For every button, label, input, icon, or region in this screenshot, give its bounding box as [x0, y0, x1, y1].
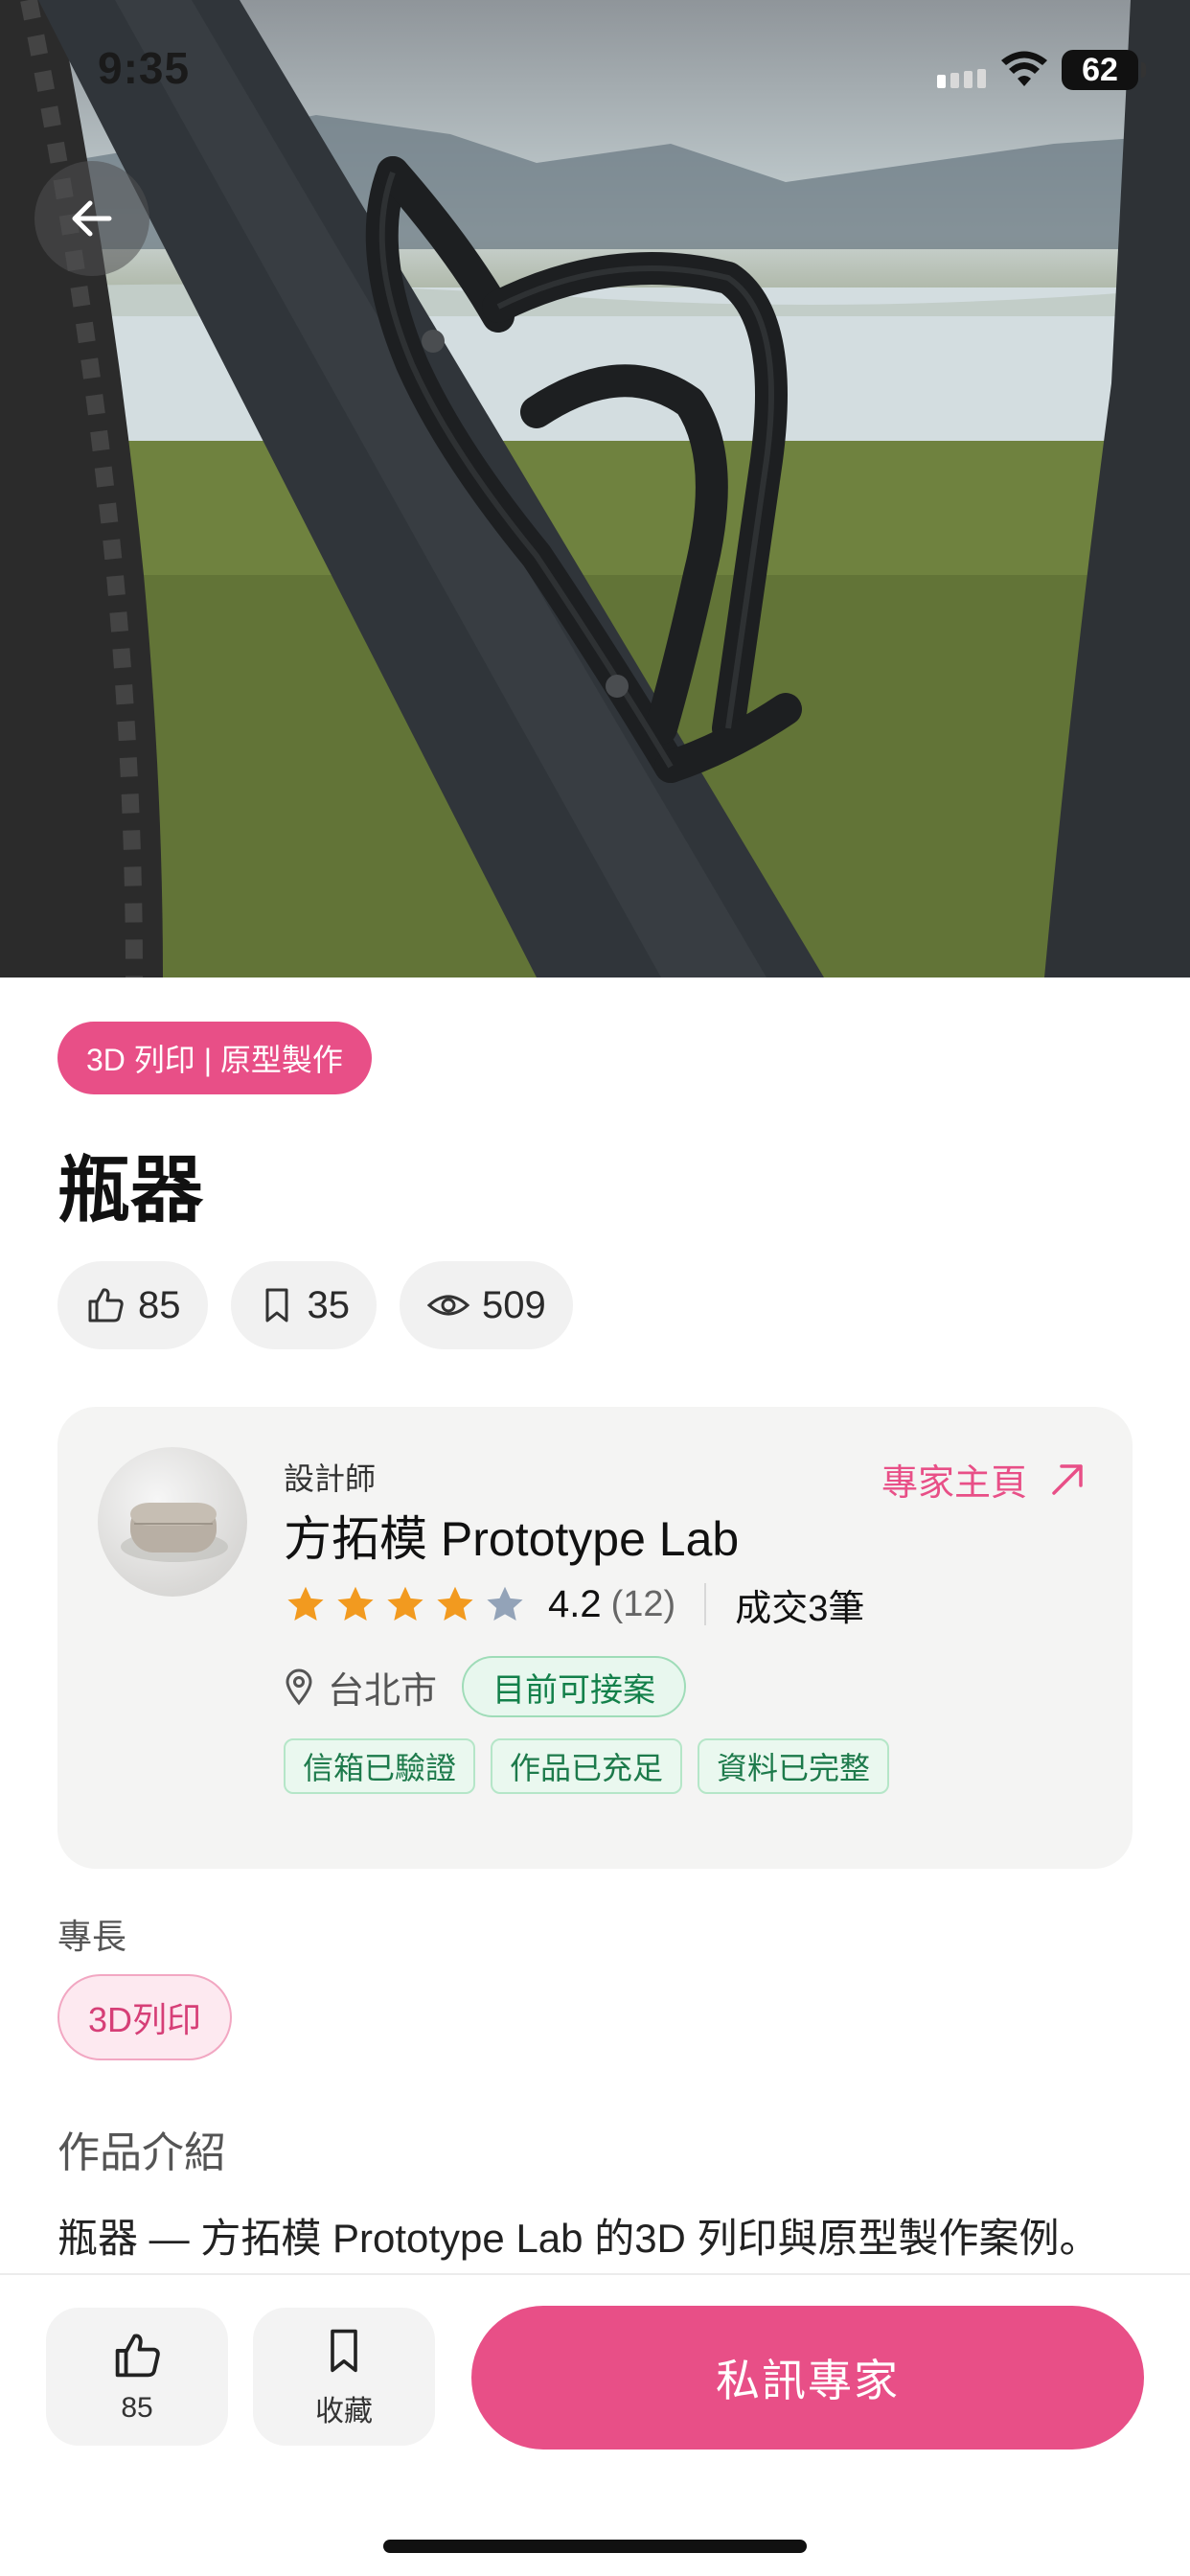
star-filled-icon: [287, 1586, 324, 1622]
bookmark-icon: [265, 1288, 287, 1322]
divider: [704, 1583, 707, 1625]
eye-icon: [426, 1295, 470, 1316]
skill-chip[interactable]: 3D列印: [57, 1974, 233, 2060]
like-button[interactable]: 85: [46, 2308, 228, 2446]
bottom-action-bar: 85 收藏 私訊專家: [0, 2273, 1190, 2576]
designer-avatar: [98, 1447, 247, 1597]
deals-count: 成交3筆: [735, 1588, 865, 1629]
rating-row: 4.2 (12) 成交3筆: [284, 1577, 864, 1631]
status-bar: 9:35 62: [0, 0, 1190, 134]
thumbs-up-icon: [88, 1288, 124, 1322]
intro-title: 作品介紹: [57, 2129, 226, 2176]
star-empty-icon: [487, 1586, 523, 1622]
likes-stat: 85: [57, 1261, 208, 1349]
star-filled-icon: [387, 1586, 423, 1622]
verification-badges: 信箱已驗證 作品已充足 資料已完整: [284, 1738, 890, 1794]
star-rating: [284, 1582, 527, 1626]
hero-photo: [0, 0, 1190, 978]
rating-value: 4.2: [548, 1582, 602, 1625]
badge-profile-complete: 資料已完整: [698, 1738, 890, 1794]
badge-portfolio-sufficient: 作品已充足: [491, 1738, 683, 1794]
battery-level: 62: [1082, 51, 1118, 88]
save-button[interactable]: 收藏: [253, 2308, 435, 2446]
like-button-count: 85: [121, 2392, 153, 2424]
work-title: 瓶器: [57, 1150, 203, 1231]
earbuds-case-image: [121, 1503, 228, 1562]
star-filled-icon: [437, 1586, 473, 1622]
designer-card[interactable]: 設計師 方拓模 Prototype Lab 專家主頁 4.2 (12) 成交3筆: [57, 1407, 1133, 1869]
designer-name: 方拓模 Prototype Lab: [284, 1512, 740, 1566]
thumbs-up-icon: [115, 2334, 160, 2378]
battery-indicator: 62: [1062, 50, 1146, 90]
home-indicator: [383, 2540, 807, 2553]
category-tag: 3D 列印 | 原型製作: [57, 1022, 372, 1094]
hero-image: 9:35 62: [0, 0, 1190, 978]
location-row: 台北市 目前可接案: [284, 1656, 687, 1717]
wifi-icon: [1001, 51, 1047, 86]
intro-text: 瓶器 — 方拓模 Prototype Lab 的3D 列印與原型製作案例。: [57, 2216, 1100, 2261]
message-expert-button[interactable]: 私訊專家: [471, 2306, 1144, 2450]
star-filled-icon: [337, 1586, 374, 1622]
stats-row: 85 35 509: [57, 1261, 573, 1349]
designer-role: 設計師: [284, 1461, 377, 1496]
status-time: 9:35: [98, 43, 191, 93]
availability-badge: 目前可接案: [462, 1656, 687, 1717]
location-pin-icon: [286, 1668, 312, 1706]
arrow-left-icon: [72, 200, 112, 237]
views-count: 509: [482, 1283, 546, 1326]
views-stat: 509: [400, 1261, 573, 1349]
badge-email-verified: 信箱已驗證: [284, 1738, 476, 1794]
cellular-signal-icon: [937, 69, 986, 88]
saves-stat: 35: [230, 1261, 377, 1349]
save-button-label: 收藏: [315, 2396, 373, 2427]
arrow-up-right-icon: [1052, 1463, 1083, 1495]
back-button[interactable]: [34, 161, 149, 276]
saves-count: 35: [307, 1283, 351, 1326]
profile-link-label: 專家主頁: [881, 1463, 1027, 1504]
location-text: 台北市: [328, 1670, 438, 1712]
expert-profile-link[interactable]: 專家主頁: [881, 1453, 1087, 1506]
likes-count: 85: [138, 1283, 181, 1326]
bookmark-icon: [331, 2329, 357, 2373]
skills-label: 專長: [57, 1917, 127, 1956]
rating-count: (12): [610, 1583, 676, 1624]
